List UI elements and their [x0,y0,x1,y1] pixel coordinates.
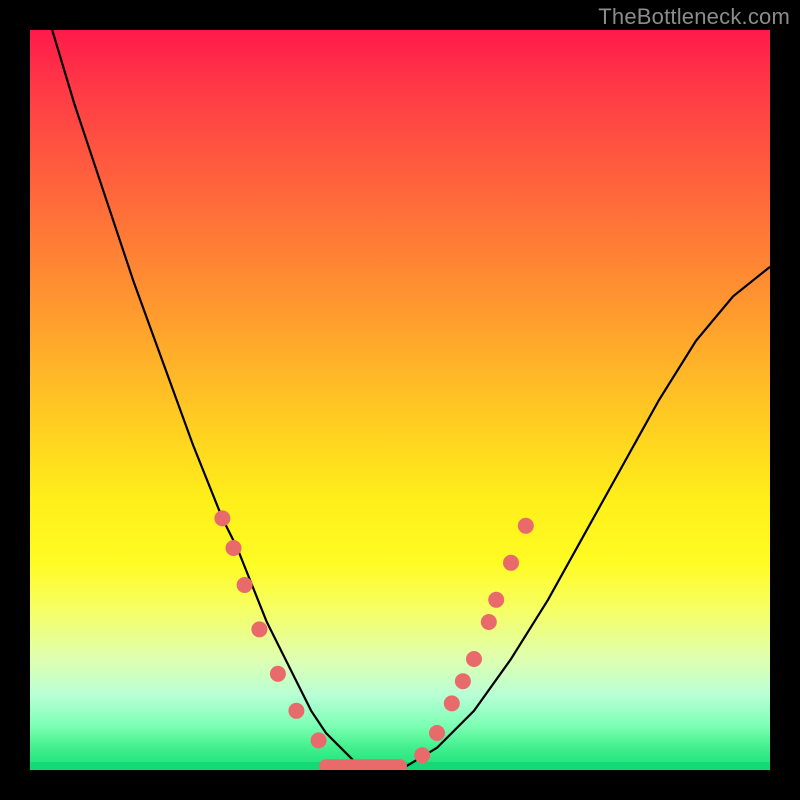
marker-dot [455,673,471,689]
bottleneck-curve [52,30,770,770]
marker-dot [270,666,286,682]
marker-dot [214,510,230,526]
marker-group-right [414,518,534,763]
marker-dot [237,577,253,593]
marker-dot [226,540,242,556]
watermark-text: TheBottleneck.com [598,4,790,30]
marker-dot [518,518,534,534]
chart-frame: TheBottleneck.com [0,0,800,800]
marker-dot [488,592,504,608]
marker-dot [466,651,482,667]
marker-dot [311,732,327,748]
marker-dot [429,725,445,741]
marker-dot [503,555,519,571]
marker-dot [251,621,267,637]
marker-dot [288,703,304,719]
marker-dot [444,695,460,711]
marker-dot [481,614,497,630]
plot-area [30,30,770,770]
marker-dot [414,747,430,763]
curve-layer [30,30,770,770]
